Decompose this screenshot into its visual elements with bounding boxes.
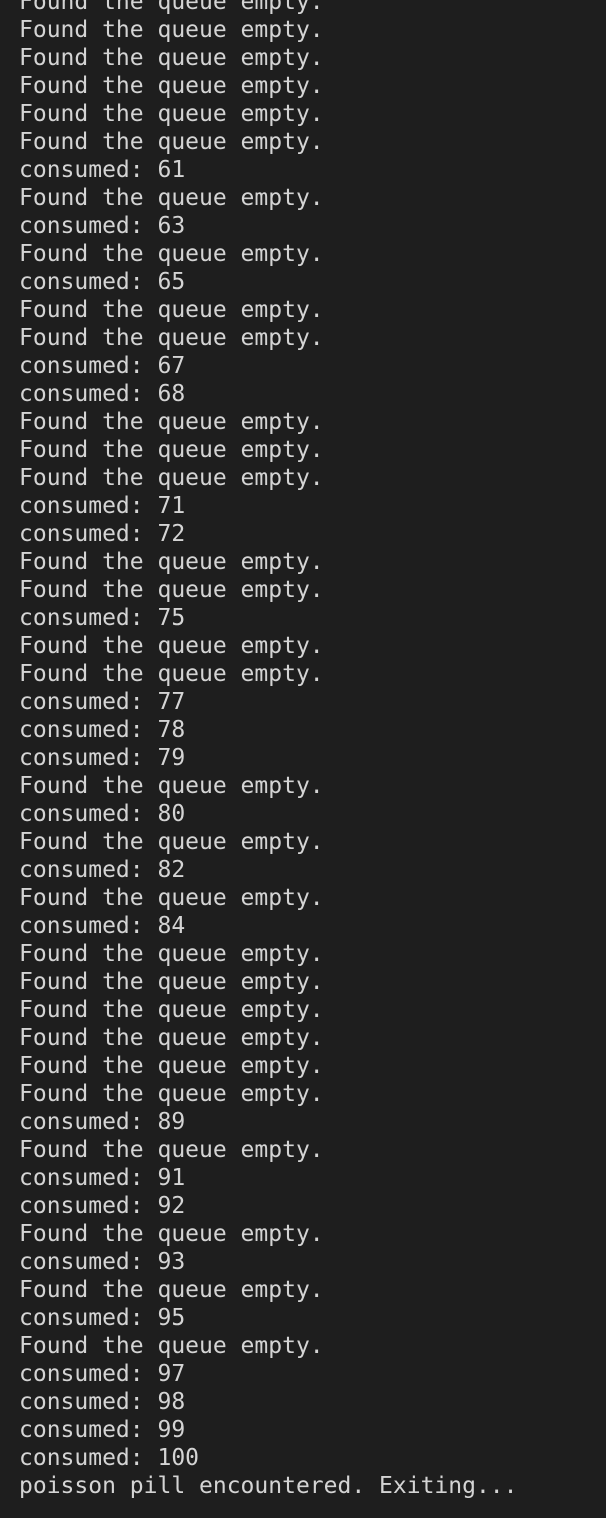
terminal-line: Found the queue empty. xyxy=(19,465,324,491)
terminal-line: consumed: 71 xyxy=(19,493,186,519)
terminal-line: Found the queue empty. xyxy=(19,73,324,99)
terminal-line: consumed: 82 xyxy=(19,857,186,883)
terminal-line: consumed: 80 xyxy=(19,801,186,827)
terminal-line: Found the queue empty. xyxy=(19,129,324,155)
terminal-line: Found the queue empty. xyxy=(19,45,324,71)
terminal-line: Found the queue empty. xyxy=(19,661,324,687)
terminal-line: poisson pill encountered. Exiting... xyxy=(19,1473,518,1499)
terminal-line: Found the queue empty. xyxy=(19,409,324,435)
terminal-line: consumed: 93 xyxy=(19,1249,186,1275)
terminal-line: consumed: 63 xyxy=(19,213,186,239)
terminal-line: consumed: 100 xyxy=(19,1445,200,1471)
terminal-line: Found the queue empty. xyxy=(19,325,324,351)
terminal-line: consumed: 61 xyxy=(19,157,186,183)
terminal-line: Found the queue empty. xyxy=(19,1053,324,1079)
terminal-line: Found the queue empty. xyxy=(19,1333,324,1359)
terminal-line: consumed: 79 xyxy=(19,745,186,771)
terminal-line: consumed: 65 xyxy=(19,269,186,295)
terminal-line: Found the queue empty. xyxy=(19,577,324,603)
terminal-line: consumed: 75 xyxy=(19,605,186,631)
terminal-line: consumed: 92 xyxy=(19,1193,186,1219)
terminal-line: consumed: 95 xyxy=(19,1305,186,1331)
terminal-line: Found the queue empty. xyxy=(19,241,324,267)
terminal-line: consumed: 67 xyxy=(19,353,186,379)
terminal-line: Found the queue empty. xyxy=(19,941,324,967)
terminal-line: Found the queue empty. xyxy=(19,101,324,127)
terminal-line: Found the queue empty. xyxy=(19,997,324,1023)
terminal-line: Found the queue empty. xyxy=(19,549,324,575)
terminal-line: Found the queue empty. xyxy=(19,633,324,659)
terminal-line: consumed: 98 xyxy=(19,1389,186,1415)
terminal-line: consumed: 84 xyxy=(19,913,186,939)
terminal-line: Found the queue empty. xyxy=(19,1221,324,1247)
terminal-line: Found the queue empty. xyxy=(19,185,324,211)
terminal-line: Found the queue empty. xyxy=(19,437,324,463)
terminal-line: Found the queue empty. xyxy=(19,773,324,799)
terminal-line: consumed: 91 xyxy=(19,1165,186,1191)
terminal-line: Found the queue empty. xyxy=(19,17,324,43)
terminal-line: Found the queue empty. xyxy=(19,1137,324,1163)
terminal-line: Found the queue empty. xyxy=(19,969,324,995)
terminal-line: consumed: 68 xyxy=(19,381,186,407)
terminal-line: consumed: 99 xyxy=(19,1417,186,1443)
terminal-line: Found the queue empty. xyxy=(19,885,324,911)
terminal-line: consumed: 77 xyxy=(19,689,186,715)
terminal-line: Found the queue empty. xyxy=(19,297,324,323)
terminal-output-panel: Found the queue empty. Found the queue em… xyxy=(0,0,606,1518)
terminal-line: consumed: 72 xyxy=(19,521,186,547)
terminal-line: Found the queue empty. xyxy=(19,829,324,855)
terminal-line: consumed: 78 xyxy=(19,717,186,743)
terminal-line: consumed: 97 xyxy=(19,1361,186,1387)
terminal-line: Found the queue empty. xyxy=(19,1277,324,1303)
terminal-line: consumed: 89 xyxy=(19,1109,186,1135)
terminal-line: Found the queue empty. xyxy=(19,1025,324,1051)
terminal-output-log: Found the queue empty. Found the queue em… xyxy=(0,0,606,1500)
terminal-line: Found the queue empty. xyxy=(19,0,324,15)
terminal-line: Found the queue empty. xyxy=(19,1081,324,1107)
